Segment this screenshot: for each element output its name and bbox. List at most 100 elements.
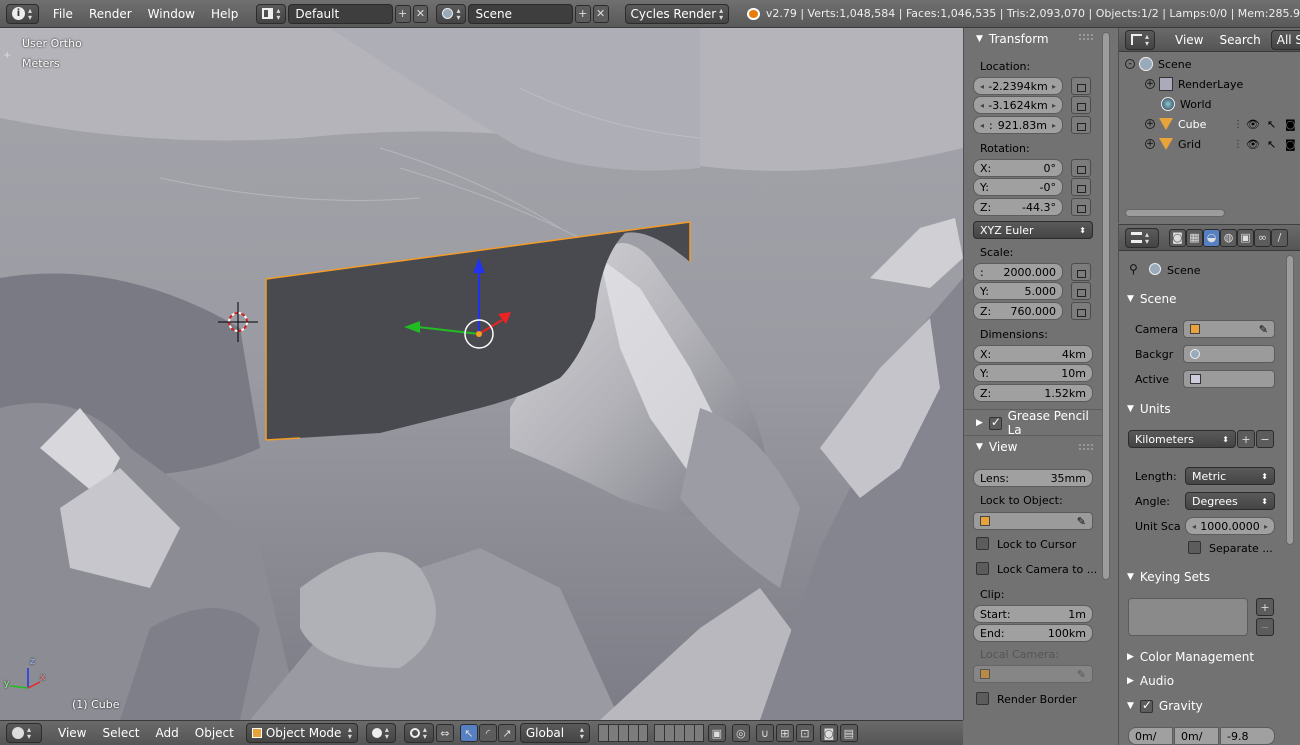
- toolshelf-toggle-icon[interactable]: +: [3, 50, 13, 62]
- outliner-display-mode-dropdown[interactable]: All Sc: [1270, 29, 1300, 50]
- grease-pencil-panel-header[interactable]: ▶ Grease Pencil La: [964, 409, 1104, 437]
- eye-icon[interactable]: 👁: [1246, 118, 1260, 131]
- length-unit-dropdown[interactable]: Metric ⬍: [1185, 467, 1275, 485]
- tab-render-layers[interactable]: ▦: [1186, 228, 1203, 247]
- menu-window[interactable]: Window: [140, 7, 203, 21]
- tab-constraints[interactable]: ∞: [1254, 228, 1271, 247]
- outliner-menu-view[interactable]: View: [1167, 33, 1211, 47]
- menu-render[interactable]: Render: [81, 7, 140, 21]
- gravity-checkbox[interactable]: [1139, 698, 1153, 713]
- add-unit-preset-button[interactable]: +: [1237, 430, 1255, 448]
- properties-editor-type-button[interactable]: ▴ ▾: [1125, 227, 1159, 248]
- manipulator-toggle-button[interactable]: ⇔: [435, 724, 454, 742]
- location-y-field[interactable]: ◂ -3.1624km ▸: [973, 96, 1063, 114]
- 3d-viewport[interactable]: User Ortho Meters + z y x (1) Cube: [0, 28, 963, 720]
- lock-camera-checkbox[interactable]: [976, 562, 989, 575]
- cursor-select-icon[interactable]: ↖: [1267, 118, 1276, 131]
- menu-view[interactable]: View: [50, 726, 94, 740]
- render-camera-icon[interactable]: ◙: [1285, 118, 1296, 131]
- tab-modifiers[interactable]: /: [1271, 228, 1288, 247]
- expand-icon[interactable]: +: [1145, 79, 1155, 89]
- remove-layout-button[interactable]: ✕: [412, 4, 429, 23]
- dimension-z-field[interactable]: Z: 1.52km: [973, 384, 1093, 402]
- render-opengl-button[interactable]: ◙: [819, 724, 838, 742]
- render-engine-dropdown[interactable]: Cycles Render ▴ ▾: [624, 3, 730, 24]
- rotation-x-lock-button[interactable]: [1071, 159, 1091, 177]
- outliner-editor-type-button[interactable]: ▴ ▾: [1125, 29, 1156, 50]
- proportional-edit-button[interactable]: ◎: [731, 724, 750, 742]
- rotation-y-lock-button[interactable]: [1071, 178, 1091, 196]
- camera-field[interactable]: ✎: [1183, 320, 1275, 338]
- gravity-y-field[interactable]: 0m/: [1174, 727, 1219, 745]
- location-x-lock-button[interactable]: [1071, 77, 1091, 95]
- unit-scale-field[interactable]: ◂ 1000.0000 ▸: [1185, 517, 1275, 535]
- rotation-z-field[interactable]: Z: -44.3°: [973, 198, 1063, 216]
- render-animation-button[interactable]: ▤: [839, 724, 858, 742]
- outliner-hscrollbar[interactable]: [1125, 209, 1225, 217]
- cursor-select-icon[interactable]: ↖: [1267, 138, 1276, 151]
- layout-selector[interactable]: ▴ ▾: [256, 3, 287, 24]
- location-x-field[interactable]: ◂ -2.2394km ▸: [973, 77, 1063, 95]
- rotation-x-field[interactable]: X: 0°: [973, 159, 1063, 177]
- tab-world[interactable]: ◍: [1220, 228, 1237, 247]
- tab-object[interactable]: ▣: [1237, 228, 1254, 247]
- location-y-lock-button[interactable]: [1071, 96, 1091, 114]
- eye-icon[interactable]: 👁: [1246, 138, 1260, 151]
- rotate-manipulator-button[interactable]: ◜: [478, 724, 497, 742]
- clip-start-field[interactable]: Start: 1m: [973, 605, 1093, 623]
- snap-toggle-button[interactable]: ∪: [755, 724, 774, 742]
- expand-icon[interactable]: +: [1145, 119, 1155, 129]
- rotation-z-lock-button[interactable]: [1071, 198, 1091, 216]
- outliner-item-cube[interactable]: + Cube ⋮ 👁 ↖ ◙: [1119, 114, 1300, 134]
- pin-icon[interactable]: ⚲: [1129, 262, 1138, 276]
- scene-selector[interactable]: ▴ ▾: [436, 3, 467, 24]
- shading-dropdown[interactable]: ▴ ▾: [365, 723, 396, 743]
- active-clip-field[interactable]: [1183, 370, 1275, 388]
- outliner-item-renderlayers[interactable]: + RenderLaye: [1119, 74, 1300, 94]
- outliner-item-scene[interactable]: - Scene: [1119, 54, 1300, 74]
- location-z-field[interactable]: ◂ : 921.83m ▸: [973, 116, 1063, 134]
- scale-z-lock-button[interactable]: [1071, 302, 1091, 320]
- unit-preset-dropdown[interactable]: Kilometers ⬍: [1128, 430, 1236, 448]
- scale-manipulator-button[interactable]: ↗: [497, 724, 516, 742]
- menu-file[interactable]: File: [45, 7, 81, 21]
- scale-x-field[interactable]: : 2000.000: [973, 263, 1063, 281]
- expand-icon[interactable]: +: [1145, 139, 1155, 149]
- scale-z-field[interactable]: Z: 760.000: [973, 302, 1063, 320]
- grease-pencil-checkbox[interactable]: [988, 415, 1002, 430]
- outliner-menu-search[interactable]: Search: [1212, 33, 1269, 47]
- dimension-x-field[interactable]: X: 4km: [973, 345, 1093, 363]
- keying-sets-panel-header[interactable]: ▼ Keying Sets: [1127, 567, 1277, 587]
- tab-scene[interactable]: ◒: [1203, 228, 1220, 247]
- editor-type-info-button[interactable]: i ▴ ▾: [6, 3, 39, 24]
- scene-panel-header[interactable]: ▼ Scene: [1127, 289, 1277, 309]
- layer-buttons[interactable]: [597, 724, 648, 742]
- lens-field[interactable]: Lens: 35mm: [973, 469, 1093, 487]
- units-panel-header[interactable]: ▼ Units: [1127, 399, 1277, 419]
- gravity-panel-header[interactable]: ▼ Gravity: [1127, 696, 1277, 716]
- editor-type-3dview-button[interactable]: ▴ ▾: [6, 723, 42, 743]
- outliner-item-world[interactable]: World: [1119, 94, 1300, 114]
- remove-unit-preset-button[interactable]: −: [1256, 430, 1274, 448]
- translate-manipulator-button[interactable]: ↖: [459, 724, 478, 742]
- rotation-mode-dropdown[interactable]: XYZ Euler ⬍: [973, 221, 1093, 239]
- menu-select[interactable]: Select: [94, 726, 147, 740]
- outliner-item-grid[interactable]: + Grid ⋮ 👁 ↖ ◙: [1119, 134, 1300, 154]
- lock-layers-button[interactable]: ▣: [707, 724, 726, 742]
- eyedropper-icon[interactable]: ✎: [1077, 515, 1086, 528]
- pivot-dropdown[interactable]: ▴ ▾: [403, 723, 434, 743]
- rotation-y-field[interactable]: Y: -0°: [973, 178, 1063, 196]
- clip-end-field[interactable]: End: 100km: [973, 624, 1093, 642]
- menu-help[interactable]: Help: [203, 7, 246, 21]
- add-keying-set-button[interactable]: +: [1256, 598, 1274, 616]
- properties-scrollbar[interactable]: [1286, 255, 1294, 545]
- n-panel-scrollbar[interactable]: [1102, 32, 1110, 580]
- angle-unit-dropdown[interactable]: Degrees ⬍: [1185, 492, 1275, 510]
- scale-y-lock-button[interactable]: [1071, 282, 1091, 300]
- eyedropper-icon[interactable]: ✎: [1259, 323, 1268, 336]
- drag-grip-icon[interactable]: [1079, 444, 1093, 450]
- render-camera-icon[interactable]: ◙: [1285, 138, 1296, 151]
- layer-buttons-2[interactable]: [653, 724, 704, 742]
- remove-keying-set-button[interactable]: −: [1256, 618, 1274, 636]
- gravity-z-field[interactable]: -9.8: [1220, 727, 1275, 745]
